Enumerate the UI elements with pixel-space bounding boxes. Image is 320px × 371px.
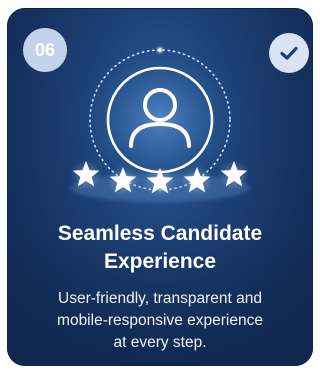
card-title-line-1: Seamless Candidate — [57, 222, 263, 245]
card-description-line-1: User-friendly, transparent and — [58, 290, 262, 307]
step-number: 06 — [34, 39, 56, 60]
step-number-badge: 06 — [23, 28, 67, 72]
card-description-line-3: at every step. — [113, 334, 207, 351]
completed-badge — [269, 33, 309, 73]
check-icon — [280, 46, 298, 60]
card-description-line-2: mobile-responsive experience — [57, 312, 263, 329]
feature-card: 06 Seamless Candidate Experience User-fr… — [7, 8, 313, 366]
card-title-line-2: Experience — [103, 250, 217, 273]
